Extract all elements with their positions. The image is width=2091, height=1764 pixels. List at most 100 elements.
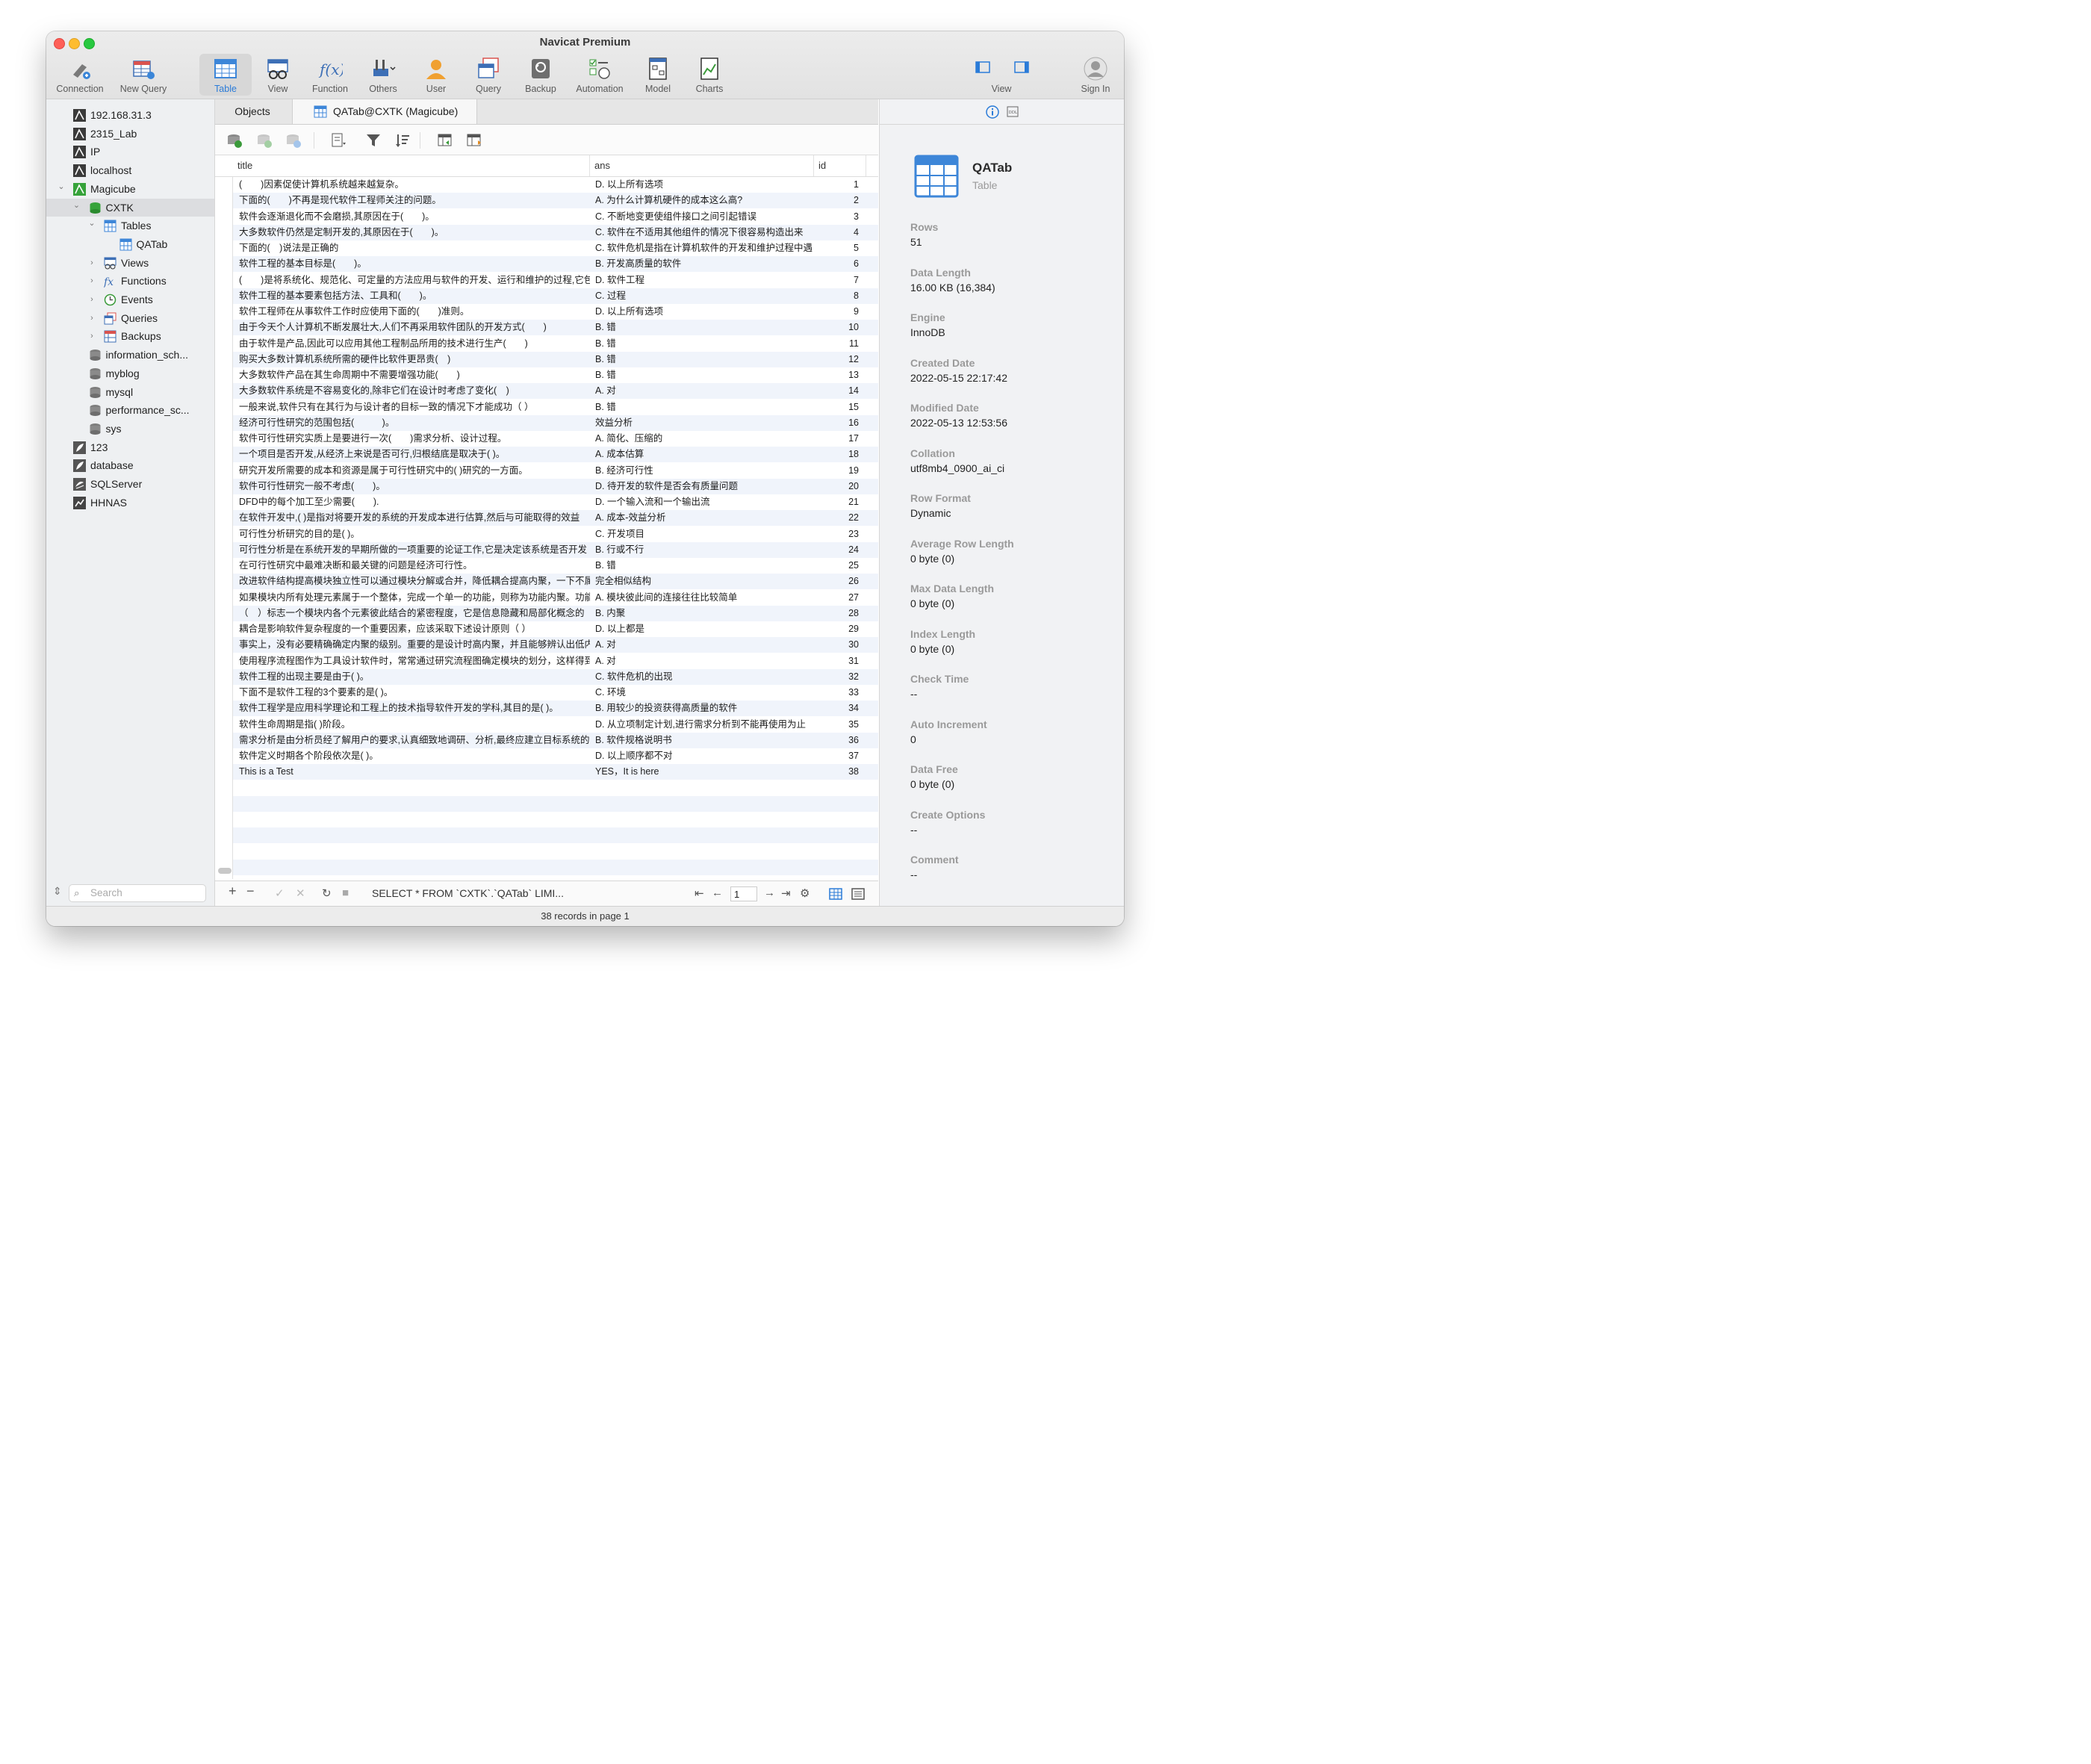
cell-id[interactable]: 16 bbox=[823, 415, 859, 431]
table-row[interactable]: 大多数软件仍然是定制开发的,其原因在于( )。 C. 软件在不适用其他组件的情况下… bbox=[233, 224, 878, 240]
export-icon[interactable] bbox=[466, 132, 482, 149]
table-row[interactable]: DFD中的每个加工至少需要( ). D. 一个输入流和一个输出流 21 bbox=[233, 494, 878, 510]
begin-transaction-icon[interactable] bbox=[226, 132, 243, 149]
horizontal-scrollbar[interactable] bbox=[218, 868, 232, 874]
cell-id[interactable]: 21 bbox=[823, 494, 859, 510]
cell-id[interactable]: 33 bbox=[823, 685, 859, 701]
toolbar-function-button[interactable]: f(x) Function bbox=[308, 54, 352, 96]
refresh-button[interactable]: ↻ bbox=[322, 886, 332, 900]
cell-title[interactable]: 软件定义时期各个阶段依次是( )。 bbox=[239, 748, 590, 764]
table-row[interactable]: 如果模块内所有处理元素属于一个整体，完成一个单一的功能，则称为功能内聚。功能 A.… bbox=[233, 590, 878, 606]
next-page-button[interactable]: → bbox=[764, 886, 775, 899]
chevron-right-icon[interactable]: › bbox=[87, 254, 96, 272]
cell-title[interactable]: 软件会逐渐退化而不会磨损,其原因在于( )。 bbox=[239, 209, 590, 225]
stop-button[interactable]: ■ bbox=[342, 886, 349, 899]
sidebar-item-ip[interactable]: IP bbox=[46, 143, 214, 161]
sidebar-item-performance-sc[interactable]: performance_sc... bbox=[46, 401, 214, 419]
cell-ans[interactable]: D. 以上所有选项 bbox=[595, 177, 813, 193]
table-row[interactable]: 可行性分析是在系统开发的早期所做的一项重要的论证工作,它是决定该系统是否开发 B.… bbox=[233, 541, 878, 558]
cell-title[interactable]: （ ）标志一个模块内各个元素彼此结合的紧密程度，它是信息隐藏和局部化概念的 bbox=[239, 606, 590, 621]
toolbar-signin-button[interactable]: Sign In bbox=[1074, 54, 1117, 96]
chevron-down-icon[interactable]: ⌄ bbox=[72, 196, 81, 214]
table-row[interactable]: 软件工程的出现主要是由于( )。 C. 软件危机的出现 32 bbox=[233, 668, 878, 685]
toolbar-table-button[interactable]: Table bbox=[199, 54, 252, 96]
toolbar-others-button[interactable]: Others bbox=[360, 54, 406, 96]
sidebar-item-sqlserver[interactable]: SQLServer bbox=[46, 475, 214, 493]
cell-ans[interactable]: D. 待开发的软件是否会有质量问题 bbox=[595, 479, 813, 494]
ddl-icon[interactable]: DDL bbox=[1007, 106, 1019, 117]
cell-id[interactable]: 38 bbox=[823, 764, 859, 780]
toolbar-query-button[interactable]: Query bbox=[466, 54, 511, 96]
form-view-icon[interactable] bbox=[851, 888, 865, 900]
table-row[interactable]: This is a Test YES，It is here 38 bbox=[233, 764, 878, 780]
cell-title[interactable]: 大多数软件系统是不容易变化的,除非它们在设计时考虑了变化( ) bbox=[239, 383, 590, 399]
table-row[interactable]: 软件可行性研究实质上是要进行一次( )需求分析、设计过程。 A. 简化、压缩的 17 bbox=[233, 431, 878, 447]
table-row[interactable]: 由于今天个人计算机不断发展壮大,人们不再采用软件团队的开发方式( ) B. 错 10 bbox=[233, 320, 878, 336]
cell-title[interactable]: 需求分析是由分析员经了解用户的要求,认真细致地调研、分析,最终应建立目标系统的 bbox=[239, 733, 590, 748]
column-header-ans[interactable]: ans bbox=[590, 155, 814, 176]
table-row[interactable]: 研究开发所需要的成本和资源是属于可行性研究中的( )研究的一方面。 B. 经济可行… bbox=[233, 463, 878, 479]
sidebar-item-cxtk[interactable]: ⌄ CXTK bbox=[46, 196, 214, 217]
cell-id[interactable]: 3 bbox=[823, 209, 859, 225]
cell-id[interactable]: 15 bbox=[823, 400, 859, 415]
sidebar-item-192-168-31-3[interactable]: 192.168.31.3 bbox=[46, 106, 214, 124]
cell-id[interactable]: 24 bbox=[823, 542, 859, 558]
cell-ans[interactable]: B. 开发高质量的软件 bbox=[595, 256, 813, 272]
cell-id[interactable]: 2 bbox=[823, 193, 859, 208]
cell-title[interactable]: 在可行性研究中最难决断和最关键的问题是经济可行性。 bbox=[239, 558, 590, 574]
discard-changes-button[interactable]: ✕ bbox=[296, 886, 305, 900]
last-page-button[interactable]: ⇥ bbox=[781, 886, 791, 900]
cell-ans[interactable]: C. 软件在不适用其他组件的情况下很容易构造出来 bbox=[595, 225, 813, 240]
table-row[interactable]: 软件可行性研究一般不考虑( )。 D. 待开发的软件是否会有质量问题 20 bbox=[233, 478, 878, 494]
chevron-right-icon[interactable]: › bbox=[87, 272, 96, 290]
cell-ans[interactable]: B. 行或不行 bbox=[595, 542, 813, 558]
cell-id[interactable]: 23 bbox=[823, 527, 859, 542]
cell-ans[interactable]: C. 软件危机是指在计算机软件的开发和维护过程中遇 bbox=[595, 240, 813, 256]
cell-ans[interactable]: B. 错 bbox=[595, 400, 813, 415]
cell-id[interactable]: 12 bbox=[823, 352, 859, 367]
table-row[interactable]: 软件会逐渐退化而不会磨损,其原因在于( )。 C. 不断地变更使组件接口之间引起错… bbox=[233, 209, 878, 225]
table-row[interactable]: 事实上，没有必要精确确定内聚的级别。重要的是设计时高内聚，并且能够辨认出低内 A.… bbox=[233, 637, 878, 653]
cell-ans[interactable]: B. 错 bbox=[595, 367, 813, 383]
sidebar-item-backups[interactable]: › Backups bbox=[46, 327, 214, 345]
cell-title[interactable]: 由于软件是产品,因此可以应用其他工程制品所用的技术进行生产( ) bbox=[239, 336, 590, 352]
toolbar-user-button[interactable]: User bbox=[414, 54, 459, 96]
toolbar-model-button[interactable]: Model bbox=[636, 54, 680, 96]
sort-icon[interactable] bbox=[394, 132, 411, 149]
cell-id[interactable]: 4 bbox=[823, 225, 859, 240]
cell-title[interactable]: 软件工程的基本要素包括方法、工具和( )。 bbox=[239, 288, 590, 304]
table-row[interactable]: 软件生命周期是指( )阶段。 D. 从立项制定计划,进行需求分析到不能再使用为止 3… bbox=[233, 717, 878, 733]
cell-ans[interactable]: A. 对 bbox=[595, 637, 813, 653]
cell-id[interactable]: 20 bbox=[823, 479, 859, 494]
sidebar-item-123[interactable]: 123 bbox=[46, 438, 214, 456]
cell-title[interactable]: 经济可行性研究的范围包括( )。 bbox=[239, 415, 590, 431]
sidebar-item-queries[interactable]: › Queries bbox=[46, 309, 214, 327]
cell-id[interactable]: 31 bbox=[823, 653, 859, 669]
table-row[interactable]: 改进软件结构提高模块独立性可以通过模块分解或合并，降低耦合提高内聚，一下不属 完全… bbox=[233, 574, 878, 590]
cell-id[interactable]: 7 bbox=[823, 273, 859, 288]
toolbar-automation-button[interactable]: Automation bbox=[571, 54, 629, 96]
prev-page-button[interactable]: ← bbox=[712, 886, 723, 899]
cell-title[interactable]: 使用程序流程图作为工具设计软件时，常常通过研究流程图确定模块的划分，这样得到 bbox=[239, 653, 590, 669]
cell-title[interactable]: 下面的( )不再是现代软件工程师关注的问题。 bbox=[239, 193, 590, 208]
column-header-id[interactable]: id bbox=[814, 155, 866, 176]
cell-ans[interactable]: 效益分析 bbox=[595, 415, 813, 431]
table-row[interactable]: （ ）标志一个模块内各个元素彼此结合的紧密程度，它是信息隐藏和局部化概念的 B. … bbox=[233, 605, 878, 621]
cell-title[interactable]: ( )是将系统化、规范化、可定量的方法应用与软件的开发、运行和维护的过程,它包 bbox=[239, 273, 590, 288]
table-row[interactable]: 下面的( )说法是正确的 C. 软件危机是指在计算机软件的开发和维护过程中遇 5 bbox=[233, 240, 878, 256]
cell-id[interactable]: 9 bbox=[823, 304, 859, 320]
apply-changes-button[interactable]: ✓ bbox=[275, 886, 285, 900]
cell-ans[interactable]: A. 成本估算 bbox=[595, 447, 813, 462]
tab-objects[interactable]: Objects bbox=[215, 99, 290, 124]
cell-id[interactable]: 35 bbox=[823, 717, 859, 733]
table-row[interactable]: 软件工程师在从事软件工作时应使用下面的( )准则。 D. 以上所有选项 9 bbox=[233, 304, 878, 320]
sidebar-item-tables[interactable]: ⌄ Tables bbox=[46, 217, 214, 235]
cell-ans[interactable]: D. 以上所有选项 bbox=[595, 304, 813, 320]
cell-ans[interactable]: A. 简化、压缩的 bbox=[595, 431, 813, 447]
sidebar-item-functions[interactable]: › fx Functions bbox=[46, 272, 214, 290]
cell-title[interactable]: 下面不是软件工程的3个要素的是( )。 bbox=[239, 685, 590, 701]
info-icon[interactable] bbox=[986, 105, 999, 119]
cell-ans[interactable]: B. 软件规格说明书 bbox=[595, 733, 813, 748]
cell-id[interactable]: 10 bbox=[823, 320, 859, 335]
cell-title[interactable]: 在软件开发中,( )是指对将要开发的系统的开发成本进行估算,然后与可能取得的效益 bbox=[239, 510, 590, 526]
